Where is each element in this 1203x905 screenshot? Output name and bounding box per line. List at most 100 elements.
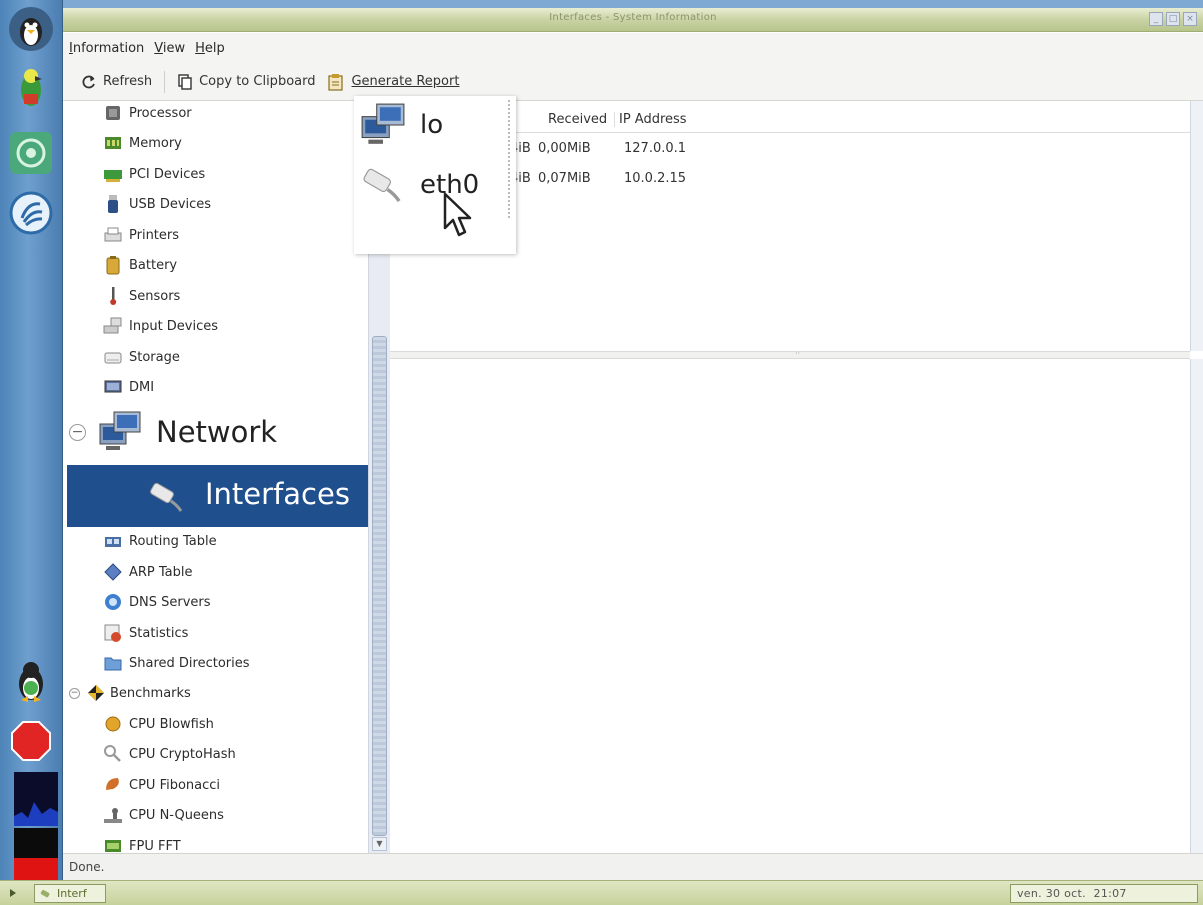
menu-view[interactable]: View: [154, 41, 185, 56]
tree-item-statistics[interactable]: Statistics: [103, 621, 188, 645]
tree-item-cpu-fibonacci[interactable]: CPU Fibonacci: [103, 773, 220, 797]
tree-item-label: Memory: [129, 135, 182, 151]
tree-item-label: Sensors: [129, 288, 181, 304]
category-tree[interactable]: Processor Memory PCI Devices USB Devices…: [63, 101, 368, 853]
storage-icon: [104, 352, 122, 364]
usb-icon: [108, 195, 118, 213]
input-devices-icon: [103, 317, 122, 334]
column-header-received[interactable]: Received: [548, 112, 607, 127]
tree-item-label: Input Devices: [129, 318, 219, 334]
report-label: Generate Report: [351, 74, 460, 89]
scroll-down-icon[interactable]: ▼: [372, 837, 387, 851]
tree-item-routing-table[interactable]: Routing Table: [103, 529, 217, 553]
generate-report-button[interactable]: Generate Report: [321, 69, 465, 95]
processor-icon: [106, 106, 120, 120]
tree-item-label: DNS Servers: [129, 594, 211, 610]
pane-divider[interactable]: ··: [390, 349, 1190, 359]
hand-icon[interactable]: [6, 188, 56, 238]
ethernet-cable-icon: [363, 168, 401, 203]
taskbar-window-label: Interf: [57, 887, 87, 900]
parrot-icon[interactable]: [6, 64, 56, 114]
benchmark-icon: [88, 685, 104, 701]
menu-help[interactable]: Help: [195, 41, 225, 56]
start-arrow-icon[interactable]: [8, 888, 18, 898]
window-controls: _ □ ×: [1149, 12, 1197, 26]
tree-item-fpu-fft[interactable]: FPU FFT: [103, 834, 181, 853]
list-scrollbar[interactable]: [1190, 101, 1203, 351]
column-header-ip[interactable]: IP Address: [614, 112, 687, 127]
tree-item-dns-servers[interactable]: DNS Servers: [103, 590, 211, 614]
tree-item-label: CPU CryptoHash: [129, 746, 236, 762]
copy-label: Copy to Clipboard: [199, 74, 316, 89]
tree-item-label: CPU Fibonacci: [129, 777, 221, 793]
stop-icon[interactable]: [6, 716, 56, 766]
tree-item-printers[interactable]: Printers: [103, 223, 179, 247]
interface-name: lo: [420, 110, 444, 140]
cell-received: 0,00MiB: [538, 141, 591, 156]
tree-item-label: USB Devices: [129, 196, 212, 212]
tree-item-network[interactable]: − Network: [69, 407, 277, 457]
menu-information[interactable]: Information: [69, 41, 144, 56]
fibonacci-icon: [106, 778, 119, 790]
cell-ip: 10.0.2.15: [624, 171, 687, 186]
tree-item-dmi[interactable]: DMI: [103, 375, 154, 399]
tree-item-sensors[interactable]: Sensors: [103, 284, 180, 308]
dmi-icon: [104, 380, 122, 393]
scrollbar-thumb[interactable]: [372, 336, 387, 836]
cpu-monitor-icon: [14, 772, 58, 826]
collapse-toggle[interactable]: −: [69, 423, 86, 441]
network-target-icon[interactable]: [6, 128, 56, 178]
tree-item-benchmarks[interactable]: − Benchmarks: [69, 681, 191, 705]
tree-item-processor[interactable]: Processor: [103, 101, 192, 125]
tree-item-interfaces-selected[interactable]: Interfaces: [67, 465, 368, 527]
maximize-icon[interactable]: □: [1166, 12, 1180, 26]
taskbar-window-button[interactable]: Interf: [34, 884, 106, 903]
refresh-label: Refresh: [103, 74, 153, 89]
refresh-icon: [82, 75, 95, 88]
tree-item-label: Processor: [129, 105, 192, 121]
tree-item-battery[interactable]: Battery: [103, 253, 177, 277]
tree-item-usb-devices[interactable]: USB Devices: [103, 192, 211, 216]
statistics-icon: [104, 624, 121, 642]
clock-text: ven. 30 oct. 21:07: [1017, 887, 1127, 900]
ethernet-cable-icon: [150, 482, 183, 512]
report-icon: [328, 73, 344, 91]
tree-item-label: CPU N-Queens: [129, 807, 224, 823]
network-computer-icon: [99, 411, 141, 450]
menubar: Information View Help: [63, 33, 1203, 63]
mouse-pointer-icon: [443, 192, 472, 237]
tree-item-label: Routing Table: [129, 533, 217, 549]
tree-item-shared-directories[interactable]: Shared Directories: [103, 651, 250, 675]
tux-logo-icon[interactable]: [6, 4, 56, 54]
copy-icon: [178, 73, 192, 90]
copy-to-clipboard-button[interactable]: Copy to Clipboard: [171, 70, 321, 94]
collapse-toggle[interactable]: −: [69, 687, 80, 699]
status-text: Done.: [69, 860, 105, 874]
interface-row-lo[interactable]: lo: [360, 102, 443, 148]
tree-item-cpu-blowfish[interactable]: CPU Blowfish: [103, 712, 214, 736]
taskbar-clock[interactable]: ven. 30 oct. 21:07: [1010, 884, 1198, 903]
tree-item-label: Statistics: [129, 625, 189, 641]
tree-item-cpu-n-queens[interactable]: CPU N-Queens: [103, 803, 224, 827]
tree-item-memory[interactable]: Memory: [103, 131, 182, 155]
thermometer-icon: [110, 287, 117, 305]
tree-item-storage[interactable]: Storage: [103, 345, 180, 369]
screen-top-edge: [63, 0, 1203, 8]
tree-item-cpu-cryptohash[interactable]: CPU CryptoHash: [103, 742, 236, 766]
tree-item-label: DMI: [129, 379, 155, 395]
tree-item-input-devices[interactable]: Input Devices: [103, 314, 218, 338]
cryptohash-icon: [104, 745, 121, 762]
close-icon[interactable]: ×: [1183, 12, 1197, 26]
detail-scrollbar[interactable]: [1190, 359, 1203, 853]
application-dock: [0, 0, 63, 880]
minimize-icon[interactable]: _: [1149, 12, 1163, 26]
tree-item-label: Battery: [129, 257, 178, 273]
window-titlebar[interactable]: Interfaces - System Information _ □ ×: [63, 8, 1203, 32]
network-computer-icon: [361, 103, 405, 144]
window-title: Interfaces - System Information: [549, 12, 717, 23]
tree-item-arp-table[interactable]: ARP Table: [103, 560, 193, 584]
tree-item-pci-devices[interactable]: PCI Devices: [103, 162, 205, 186]
refresh-button[interactable]: Refresh: [75, 70, 158, 94]
pci-icon: [104, 170, 122, 182]
tux-update-icon[interactable]: [6, 656, 56, 706]
